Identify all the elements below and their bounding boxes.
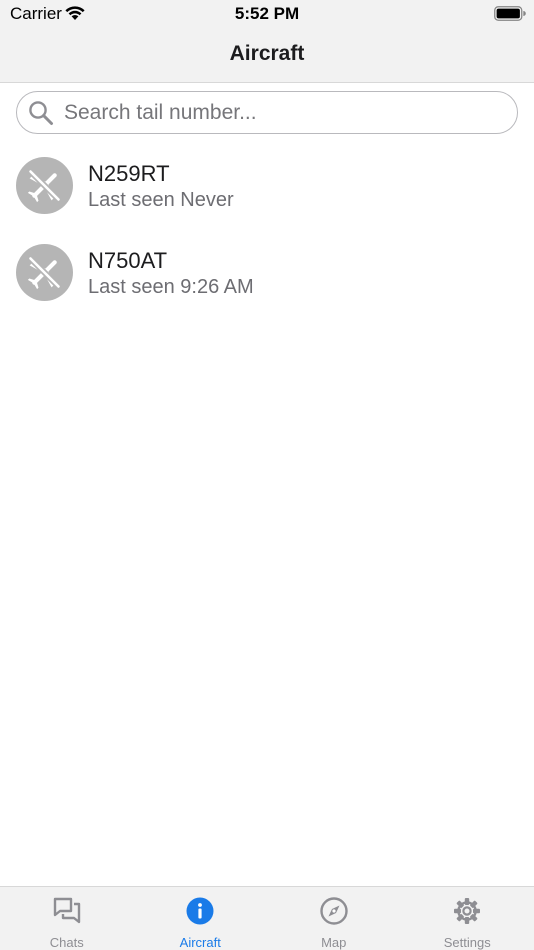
tab-bar: Chats Aircraft Map Settings — [0, 886, 534, 950]
last-seen-label: Last seen 9:26 AM — [88, 276, 254, 298]
search-input[interactable] — [64, 98, 504, 128]
page-title: Aircraft — [229, 42, 305, 65]
avatar — [16, 157, 73, 214]
tab-aircraft[interactable]: Aircraft — [134, 887, 268, 950]
tail-number: N259RT — [88, 161, 170, 186]
airplane-off-icon — [27, 169, 61, 203]
status-time: 5:52 PM — [234, 4, 300, 23]
list-item[interactable]: N259RT Last seen Never — [0, 143, 534, 230]
tail-number: N750AT — [88, 248, 168, 273]
last-seen-label: Last seen Never — [88, 189, 234, 211]
tab-chats[interactable]: Chats — [0, 887, 134, 950]
info-icon — [186, 897, 214, 925]
compass-icon — [320, 897, 348, 925]
search-bar[interactable] — [16, 91, 518, 134]
airplane-off-icon — [27, 256, 61, 290]
tab-label: Settings — [443, 935, 491, 950]
status-bar: Carrier 5:52 PM — [0, 0, 534, 30]
tab-settings[interactable]: Settings — [401, 887, 534, 950]
navigation-bar: Aircraft — [0, 30, 534, 83]
tab-label: Map — [321, 935, 347, 950]
list-item[interactable]: N750AT Last seen 9:26 AM — [0, 230, 534, 317]
aircraft-list: N259RT Last seen Never N750AT Last seen … — [0, 143, 534, 317]
tab-map[interactable]: Map — [267, 887, 401, 950]
search-icon — [29, 101, 53, 125]
avatar — [16, 244, 73, 301]
gear-icon — [454, 898, 481, 924]
tab-label: Chats — [49, 935, 84, 950]
chats-icon — [53, 897, 80, 924]
tab-label: Aircraft — [179, 935, 221, 950]
battery-icon — [494, 6, 526, 21]
